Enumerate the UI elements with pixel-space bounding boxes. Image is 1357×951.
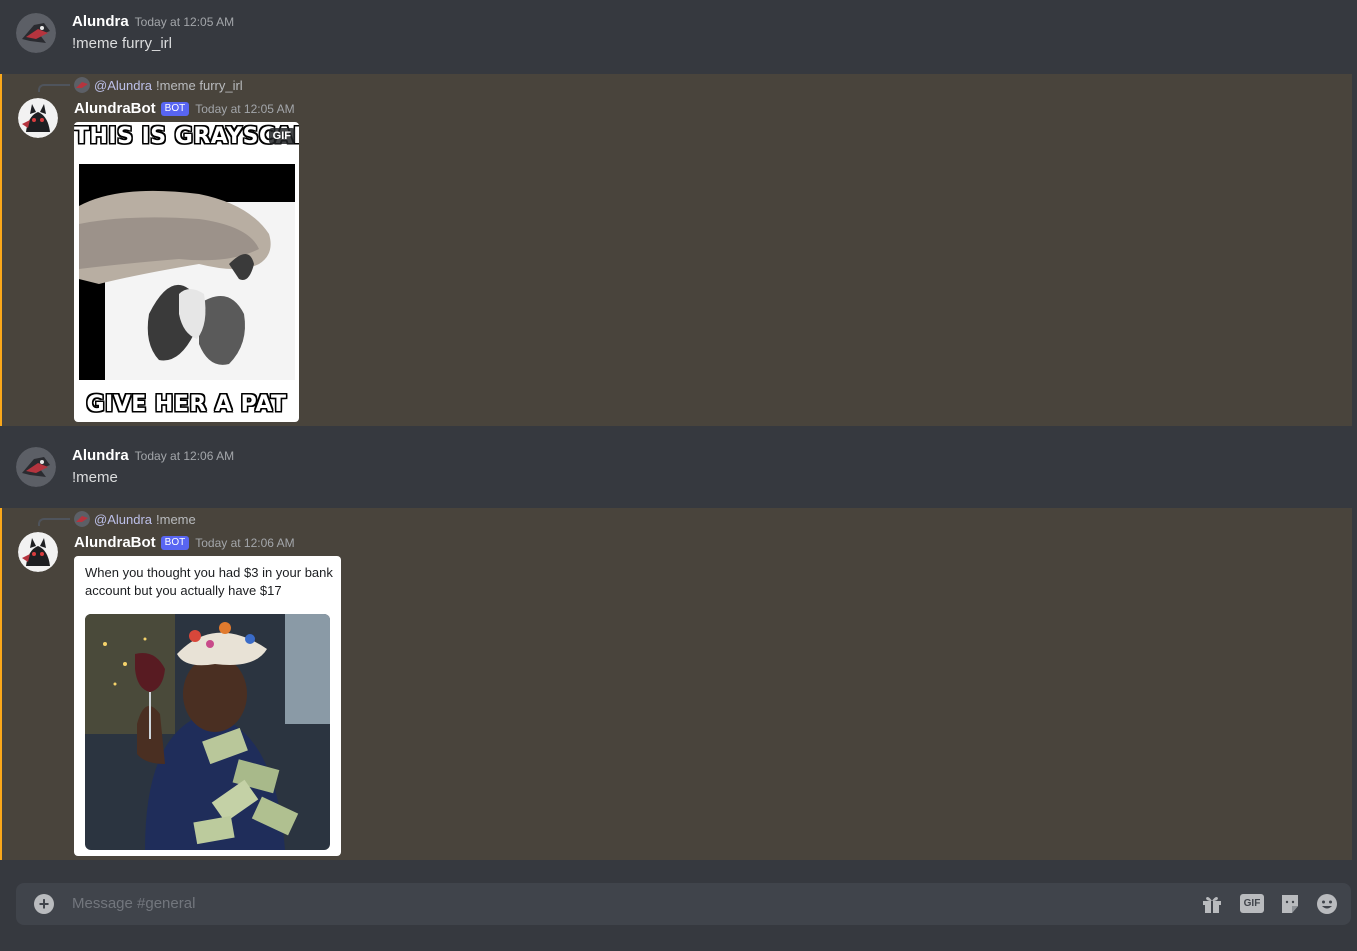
reply-text: !meme furry_irl [156,77,243,93]
meme-caption: When you thought you had $3 in your bank… [85,565,333,598]
reply-username[interactable]: @Alundra [94,78,152,93]
gif-image [79,164,295,380]
reply-spine [38,84,70,92]
timestamp: Today at 12:05 AM [134,15,235,29]
message: @Alundra !meme furry_irl AlundraBot BOT To… [0,74,1352,426]
reply-username[interactable]: @Alundra [94,512,152,527]
avatar[interactable] [16,13,56,53]
avatar[interactable] [16,447,56,487]
image-attachment[interactable]: When you thought you had $3 in your bank… [74,556,341,856]
message: Alundra Today at 12:05 AM !meme furry_irl [0,0,1352,74]
add-attachment-icon[interactable]: + [34,894,54,914]
message-input[interactable] [72,883,1072,925]
timestamp: Today at 12:06 AM [134,449,235,463]
message: @Alundra !meme AlundraBot BOT Today at 12:… [0,508,1352,860]
message-text: !meme furry_irl [72,35,173,52]
reply-avatar [74,511,90,527]
reply-text: !meme [156,511,196,527]
username[interactable]: Alundra Today at 12:06 AM [72,447,234,464]
message: Alundra Today at 12:06 AM !meme [0,426,1352,508]
message-text: !meme [72,469,118,486]
meme-bottom-text: GIVE HER A PAT [86,392,287,417]
message-list: Alundra Today at 12:05 AM !meme furry_irl… [0,0,1357,870]
meme-image [85,614,330,850]
message-composer: + GIF [16,883,1351,925]
username[interactable]: Alundra Today at 12:05 AM [72,13,234,30]
emoji-icon[interactable] [1315,892,1339,916]
gif-icon[interactable]: GIF [1240,894,1264,913]
timestamp: Today at 12:05 AM [195,102,295,116]
avatar[interactable] [18,98,58,138]
username[interactable]: AlundraBot BOT Today at 12:05 AM [74,100,295,117]
sticker-icon[interactable] [1278,892,1302,916]
gif-badge: GIF [268,128,295,144]
gif-attachment[interactable]: THIS IS GRAYSCALE GIF GIVE HER A PAT [74,122,299,422]
bot-tag: BOT [160,536,190,550]
timestamp: Today at 12:06 AM [195,536,295,550]
bot-tag: BOT [160,102,190,116]
reply-preview[interactable]: @Alundra !meme furry_irl [74,77,243,93]
meme-top-text: THIS IS GRAYSCALE [74,124,299,149]
reply-spine [38,518,70,526]
reply-preview[interactable]: @Alundra !meme [74,511,196,527]
gift-icon[interactable] [1200,892,1224,916]
reply-avatar [74,77,90,93]
username[interactable]: AlundraBot BOT Today at 12:06 AM [74,534,295,551]
avatar[interactable] [18,532,58,572]
